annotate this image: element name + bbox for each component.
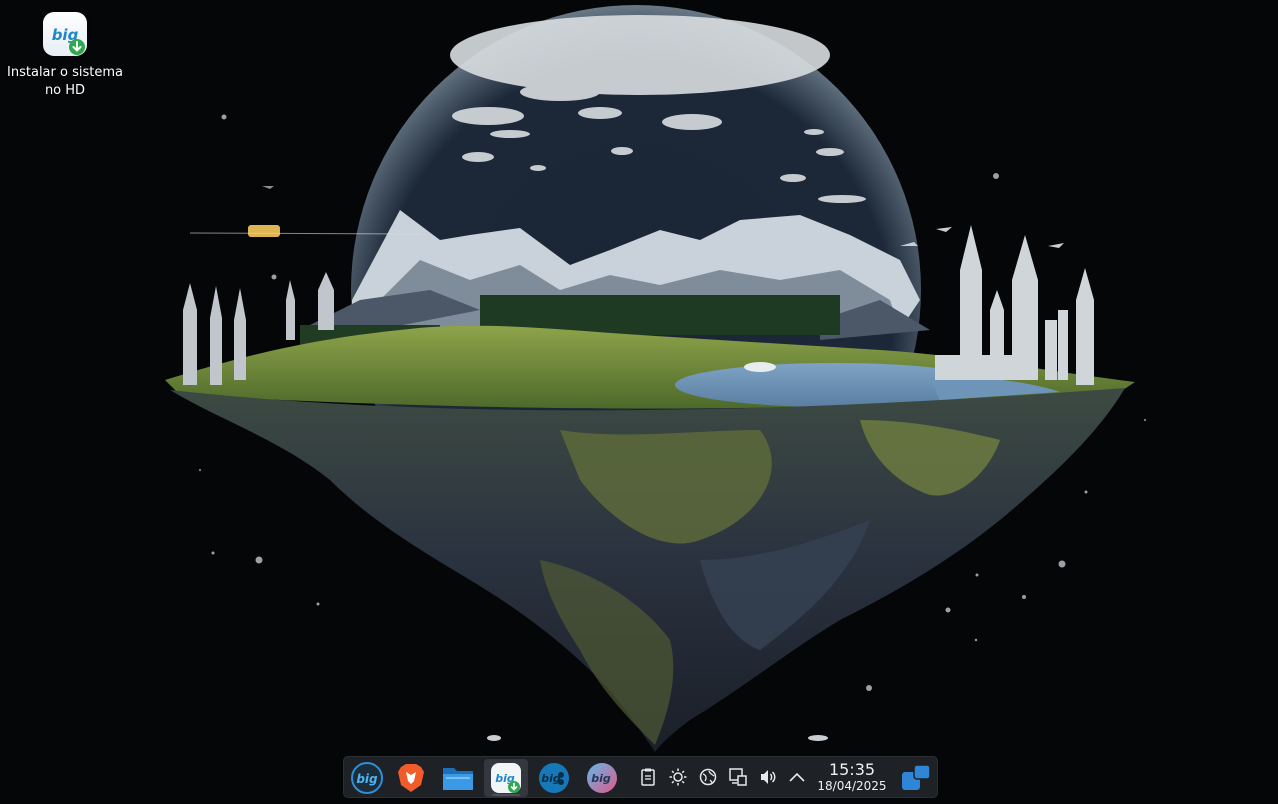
show-desktop-button[interactable] [900,763,932,793]
desktop[interactable]: big Instalar o sistema no HD big big big… [0,0,1278,804]
brightness-icon[interactable] [668,767,688,787]
clock[interactable]: 15:35 18/04/2025 [812,761,892,794]
big-store-icon: big [539,763,569,793]
taskbar: big big big big 15:35 18/04/2025 [343,756,938,798]
desktop-icon-label: Instalar o sistema no HD [7,65,123,98]
brave-browser-icon [398,764,424,792]
chevron-up-icon[interactable] [787,767,807,787]
big-welcome-button[interactable]: big [580,759,624,797]
desktop-icon-install[interactable]: big Instalar o sistema no HD [4,12,126,100]
file-manager-button[interactable] [436,759,480,797]
svg-text:big: big [541,772,561,785]
big-menu-button[interactable]: big [345,759,389,797]
volume-icon[interactable] [758,767,778,787]
big-welcome-icon: big [587,763,617,793]
network-globe-icon[interactable] [698,767,718,787]
clock-time: 15:35 [828,760,876,779]
file-manager-icon [443,768,473,790]
show-desktop-icon [902,764,931,790]
big-store-button[interactable]: big [532,759,576,797]
big-installer-icon: big [491,763,521,793]
svg-text:big: big [591,772,611,785]
clipboard-icon[interactable] [638,767,658,787]
clock-date: 18/04/2025 [817,779,887,793]
big-menu-icon: big [351,762,383,794]
svg-text:big: big [356,772,378,786]
wallpaper [0,0,1278,804]
big-installer-icon: big [43,12,87,56]
brave-browser-button[interactable] [389,759,433,797]
display-icon[interactable] [728,767,748,787]
big-installer-button[interactable]: big [484,759,528,797]
